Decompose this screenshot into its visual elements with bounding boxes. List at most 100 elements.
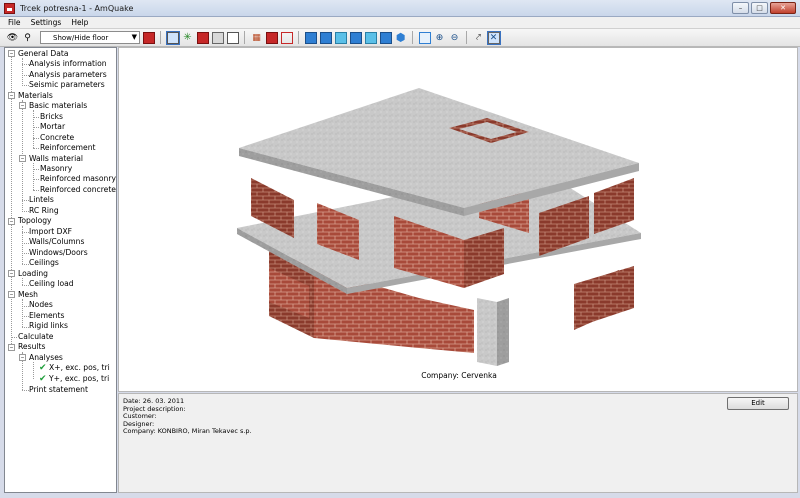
tree-item-seismic-parameters[interactable]: Seismic parameters [29, 80, 105, 90]
tree-item-reinforcement[interactable]: Reinforcement [40, 143, 96, 153]
tree-expander[interactable]: – [8, 92, 15, 99]
tree-item-concrete[interactable]: Concrete [40, 133, 74, 143]
mesh-icon[interactable]: ✳ [181, 31, 194, 44]
tree-item-materials[interactable]: Materials [18, 91, 53, 101]
toolbar-separator [466, 31, 467, 44]
info-customer: Customer: [123, 412, 157, 421]
zoom-fit-icon[interactable] [418, 31, 431, 44]
tree-line [22, 285, 29, 286]
solid-red-icon[interactable] [196, 31, 209, 44]
toolbar: 👁 ⚲ Show/Hide floor ▼ ✳ ▦ ⬢ ⊕ ⊖ ⤤ ✕ [0, 29, 800, 47]
cross-view-icon[interactable]: ✕ [486, 30, 501, 45]
tree-expander[interactable]: – [8, 218, 15, 225]
tree-item-reinforced-concrete[interactable]: Reinforced concrete [40, 185, 116, 195]
tree-line [22, 58, 23, 86]
tree-item-print-statement[interactable]: Print statement [29, 385, 88, 395]
view-iso-icon[interactable]: ⬢ [394, 31, 407, 44]
tree-item-analysis-parameters[interactable]: Analysis parameters [29, 70, 107, 80]
building-model[interactable] [119, 48, 799, 368]
tree-item-ceilings[interactable]: Ceilings [29, 258, 59, 268]
solid-red-box-icon[interactable] [265, 31, 278, 44]
select-all-icon[interactable] [165, 30, 180, 45]
maximize-button[interactable]: □ [751, 2, 768, 14]
tree-item-calculate[interactable]: Calculate [18, 332, 53, 342]
view-back-icon[interactable] [319, 31, 332, 44]
floor-color-icon[interactable] [142, 31, 155, 44]
view-right-icon[interactable] [349, 31, 362, 44]
company-caption: Company: Cervenka [421, 371, 497, 380]
tree-item-topology[interactable]: Topology [18, 216, 52, 226]
tree-item-general-data[interactable]: General Data [18, 49, 68, 59]
menu-file[interactable]: File [8, 18, 21, 27]
toolbar-separator [412, 31, 413, 44]
tree-item-lintels[interactable]: Lintels [29, 195, 54, 205]
close-button[interactable]: ✕ [770, 2, 796, 14]
checkmark-icon: ✔ [39, 374, 47, 384]
tree-expander[interactable]: – [19, 155, 26, 162]
menu-help[interactable]: Help [71, 18, 88, 27]
tree-item-masonry[interactable]: Masonry [40, 164, 72, 174]
tree-item-mortar[interactable]: Mortar [40, 122, 65, 132]
tree-line [22, 264, 29, 265]
tree-line [33, 110, 34, 148]
wall-icon[interactable]: ▦ [250, 31, 263, 44]
window-title: Trcek potresna-1 - AmQuake [20, 3, 134, 13]
tree-item-windows-doors[interactable]: Windows/Doors [29, 248, 88, 258]
tree-item-loading[interactable]: Loading [18, 269, 48, 279]
title-bar: Trcek potresna-1 - AmQuake – □ ✕ [0, 0, 800, 17]
tree-item-rc-ring[interactable]: RC Ring [29, 206, 59, 216]
tree-line [11, 337, 17, 338]
info-project-description: Project description: [123, 404, 186, 413]
view-top-icon[interactable] [364, 31, 377, 44]
tree-item-ceiling-load[interactable]: Ceiling load [29, 279, 74, 289]
model-viewport[interactable]: Company: Cervenka [118, 47, 798, 392]
view-bottom-icon[interactable] [379, 31, 392, 44]
tree-item-analyses[interactable]: Analyses [29, 353, 63, 363]
zoom-out-icon[interactable]: ⊖ [448, 31, 461, 44]
tree-item-results[interactable]: Results [18, 342, 45, 352]
tree-item-basic-materials[interactable]: Basic materials [29, 101, 87, 111]
tree-item-analysis-y[interactable]: Y+, exc. pos, tri [49, 374, 109, 384]
tree-item-rigid-links[interactable]: Rigid links [29, 321, 68, 331]
view-left-icon[interactable] [334, 31, 347, 44]
tree-item-analysis-x[interactable]: X+, exc. pos, tri [49, 363, 110, 373]
tree-expander[interactable]: – [8, 270, 15, 277]
tree-line [22, 253, 29, 254]
info-date: Date: 26. 03. 2011 [123, 397, 185, 405]
view-front-icon[interactable] [304, 31, 317, 44]
tree-item-walls-columns[interactable]: Walls/Columns [29, 237, 84, 247]
chevron-down-icon: ▼ [131, 33, 137, 41]
tree-item-walls-material[interactable]: Walls material [29, 154, 83, 164]
minimize-button[interactable]: – [732, 2, 749, 14]
axes-icon[interactable]: ⤤ [472, 31, 485, 44]
toolbar-separator [298, 31, 299, 44]
tree-expander[interactable]: – [8, 50, 15, 57]
roof-slab-top [239, 88, 639, 208]
tree-item-bricks[interactable]: Bricks [40, 112, 63, 122]
tree-item-reinforced-masonry[interactable]: Reinforced masonry [40, 174, 116, 184]
tree-item-mesh[interactable]: Mesh [18, 290, 38, 300]
menu-settings[interactable]: Settings [31, 18, 62, 27]
tree-item-nodes[interactable]: Nodes [29, 300, 53, 310]
red-wire-box-icon[interactable] [280, 31, 293, 44]
eye-icon[interactable]: 👁 [6, 31, 19, 44]
tree-line [22, 200, 29, 201]
tree-line [33, 117, 39, 118]
lightbulb-icon[interactable]: ⚲ [21, 31, 34, 44]
grey-box-icon[interactable] [211, 31, 224, 44]
tree-expander[interactable]: – [19, 354, 26, 361]
tree-expander[interactable]: – [8, 344, 15, 351]
tree-line [22, 243, 29, 244]
tree-item-elements[interactable]: Elements [29, 311, 64, 321]
tree-line [22, 327, 29, 328]
ground-wall-front-right [419, 298, 474, 353]
tree-item-import-dxf[interactable]: Import DXF [29, 227, 72, 237]
tree-expander[interactable]: – [19, 102, 26, 109]
wireframe-icon[interactable] [226, 31, 239, 44]
edit-button[interactable]: Edit [727, 397, 789, 410]
tree-expander[interactable]: – [8, 291, 15, 298]
floor-select[interactable]: Show/Hide floor ▼ [40, 31, 140, 44]
toolbar-separator [244, 31, 245, 44]
tree-item-analysis-information[interactable]: Analysis information [29, 59, 107, 69]
zoom-in-icon[interactable]: ⊕ [433, 31, 446, 44]
